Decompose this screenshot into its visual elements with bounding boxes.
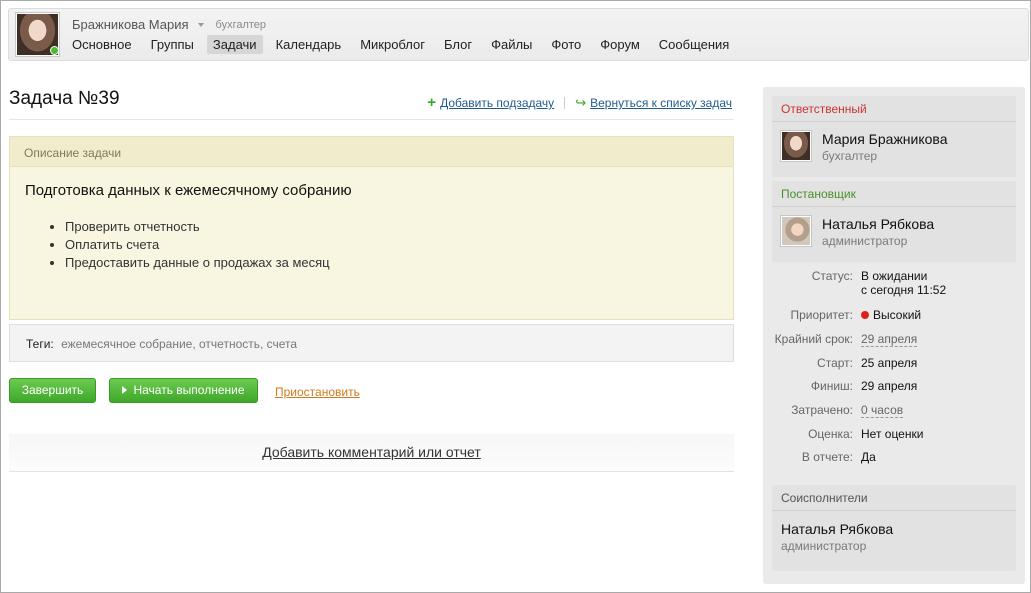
- responsible-panel: Ответственный Мария Бражникова бухгалтер: [772, 96, 1016, 177]
- responsible-heading: Ответственный: [772, 96, 1016, 122]
- nav-item-tasks[interactable]: Задачи: [206, 35, 263, 54]
- tags-label: Теги:: [26, 337, 54, 351]
- deadline-value[interactable]: 29 апреля: [861, 332, 918, 347]
- coexecutors-heading: Соисполнители: [772, 485, 1016, 511]
- play-icon: [122, 386, 128, 394]
- task-sidebar: Ответственный Мария Бражникова бухгалтер…: [763, 87, 1025, 584]
- rating-value: Нет оценки: [861, 427, 924, 441]
- rating-row: Оценка: Нет оценки: [772, 427, 1016, 441]
- comment-bar: Добавить комментарий или отчет: [9, 434, 734, 472]
- nav-item-microblog[interactable]: Микроблог: [354, 35, 431, 54]
- deadline-row: Крайний срок: 29 апреля: [772, 332, 1016, 347]
- person-role: администратор: [781, 539, 867, 553]
- user-role: бухгалтер: [215, 18, 267, 31]
- back-to-list-link[interactable]: Вернуться к списку задач: [590, 96, 732, 110]
- creator-panel: Постановщик Наталья Рябкова администрато…: [772, 181, 1016, 262]
- person-role: администратор: [822, 234, 908, 248]
- pause-link[interactable]: Приостановить: [275, 385, 360, 399]
- nav-item-blog[interactable]: Блог: [438, 35, 478, 54]
- divider: [564, 97, 566, 109]
- nav-item-photo[interactable]: Фото: [545, 35, 587, 54]
- person-name[interactable]: Наталья Рябкова: [822, 216, 934, 232]
- nav-item-calendar[interactable]: Календарь: [270, 35, 348, 54]
- spent-value[interactable]: 0 часов: [861, 403, 904, 418]
- status-row: Статус: В ожидании с сегодня 11:52: [772, 269, 1016, 297]
- start-value: 25 апреля: [861, 356, 918, 370]
- add-comment-link[interactable]: Добавить комментарий или отчет: [262, 444, 481, 460]
- add-subtask-link[interactable]: Добавить подзадачу: [440, 96, 554, 110]
- list-item: Оплатить счета: [65, 237, 733, 252]
- nav-item-main[interactable]: Основное: [66, 35, 138, 54]
- online-status-icon: [50, 46, 59, 55]
- person-name[interactable]: Мария Бражникова: [822, 131, 948, 147]
- user-name-link[interactable]: Бражникова Мария: [72, 17, 189, 32]
- spent-label: Затрачено:: [791, 403, 853, 417]
- priority-dot-icon: [861, 311, 869, 319]
- priority-label: Приоритет:: [790, 308, 853, 322]
- list-item: Проверить отчетность: [65, 219, 733, 234]
- priority-value-wrap[interactable]: Высокий: [861, 308, 921, 322]
- finish-value: 29 апреля: [861, 379, 918, 393]
- finish-label: Финиш:: [810, 379, 853, 393]
- rating-label: Оценка:: [808, 427, 853, 441]
- deadline-label: Крайний срок:: [774, 332, 853, 346]
- person-name[interactable]: Наталья Рябкова: [781, 521, 1007, 537]
- page-title: Задача №39: [9, 88, 120, 109]
- person-role: бухгалтер: [822, 149, 878, 163]
- nav-item-files[interactable]: Файлы: [485, 35, 538, 54]
- nav-item-groups[interactable]: Группы: [145, 35, 200, 54]
- report-label: В отчете:: [801, 450, 853, 464]
- tags-value: ежемесячное собрание, отчетность, счета: [61, 337, 298, 351]
- priority-value: Высокий: [873, 308, 922, 322]
- user-info: Бражникова Мария бухгалтер: [72, 17, 266, 32]
- nav-item-messages[interactable]: Сообщения: [653, 35, 736, 54]
- task-actions: + Добавить подзадачу ↪ Вернуться к списк…: [427, 95, 732, 111]
- app-window: Бражникова Мария бухгалтер Основное Груп…: [0, 0, 1031, 593]
- report-row: В отчете: Да: [772, 450, 1016, 464]
- spent-row: Затрачено: 0 часов: [772, 403, 1016, 418]
- status-value: В ожидании: [861, 269, 928, 283]
- avatar[interactable]: [780, 215, 812, 247]
- avatar[interactable]: [780, 130, 812, 162]
- responsible-person[interactable]: Мария Бражникова бухгалтер: [772, 122, 1016, 171]
- start-label: Старт:: [817, 356, 853, 370]
- start-button[interactable]: Начать выполнение: [109, 378, 258, 403]
- divider: [9, 119, 734, 120]
- description-header: Описание задачи: [10, 137, 733, 167]
- finish-button[interactable]: Завершить: [9, 378, 96, 403]
- creator-heading: Постановщик: [772, 181, 1016, 207]
- status-value-wrap: В ожидании с сегодня 11:52: [861, 269, 946, 297]
- chevron-down-icon[interactable]: [197, 22, 204, 27]
- tags-bar: Теги: ежемесячное собрание, отчетность, …: [9, 324, 734, 362]
- creator-person[interactable]: Наталья Рябкова администратор: [772, 207, 1016, 256]
- description-title: Подготовка данных к ежемесячному собрани…: [25, 182, 352, 199]
- report-value: Да: [861, 450, 876, 464]
- start-button-label: Начать выполнение: [133, 383, 245, 397]
- plus-icon: +: [427, 94, 437, 111]
- list-item: Предоставить данные о продажах за месяц: [65, 255, 733, 270]
- description-list: Проверить отчетность Оплатить счета Пред…: [65, 219, 733, 270]
- status-label: Статус:: [811, 269, 853, 283]
- nav-item-forum[interactable]: Форум: [594, 35, 646, 54]
- coexecutors-panel: Соисполнители Наталья Рябкова администра…: [772, 485, 1016, 571]
- finish-row: Финиш: 29 апреля: [772, 379, 1016, 393]
- main-nav: Основное Группы Задачи Календарь Микробл…: [66, 35, 742, 54]
- top-header: Бражникова Мария бухгалтер Основное Груп…: [8, 8, 1029, 61]
- status-since: с сегодня 11:52: [861, 283, 947, 297]
- task-description: Описание задачи Подготовка данных к ежем…: [9, 136, 734, 320]
- priority-row: Приоритет: Высокий: [772, 308, 1016, 322]
- start-row: Старт: 25 апреля: [772, 356, 1016, 370]
- coexecutor-person[interactable]: Наталья Рябкова администратор: [772, 511, 1016, 562]
- return-arrow-icon: ↪: [575, 95, 587, 110]
